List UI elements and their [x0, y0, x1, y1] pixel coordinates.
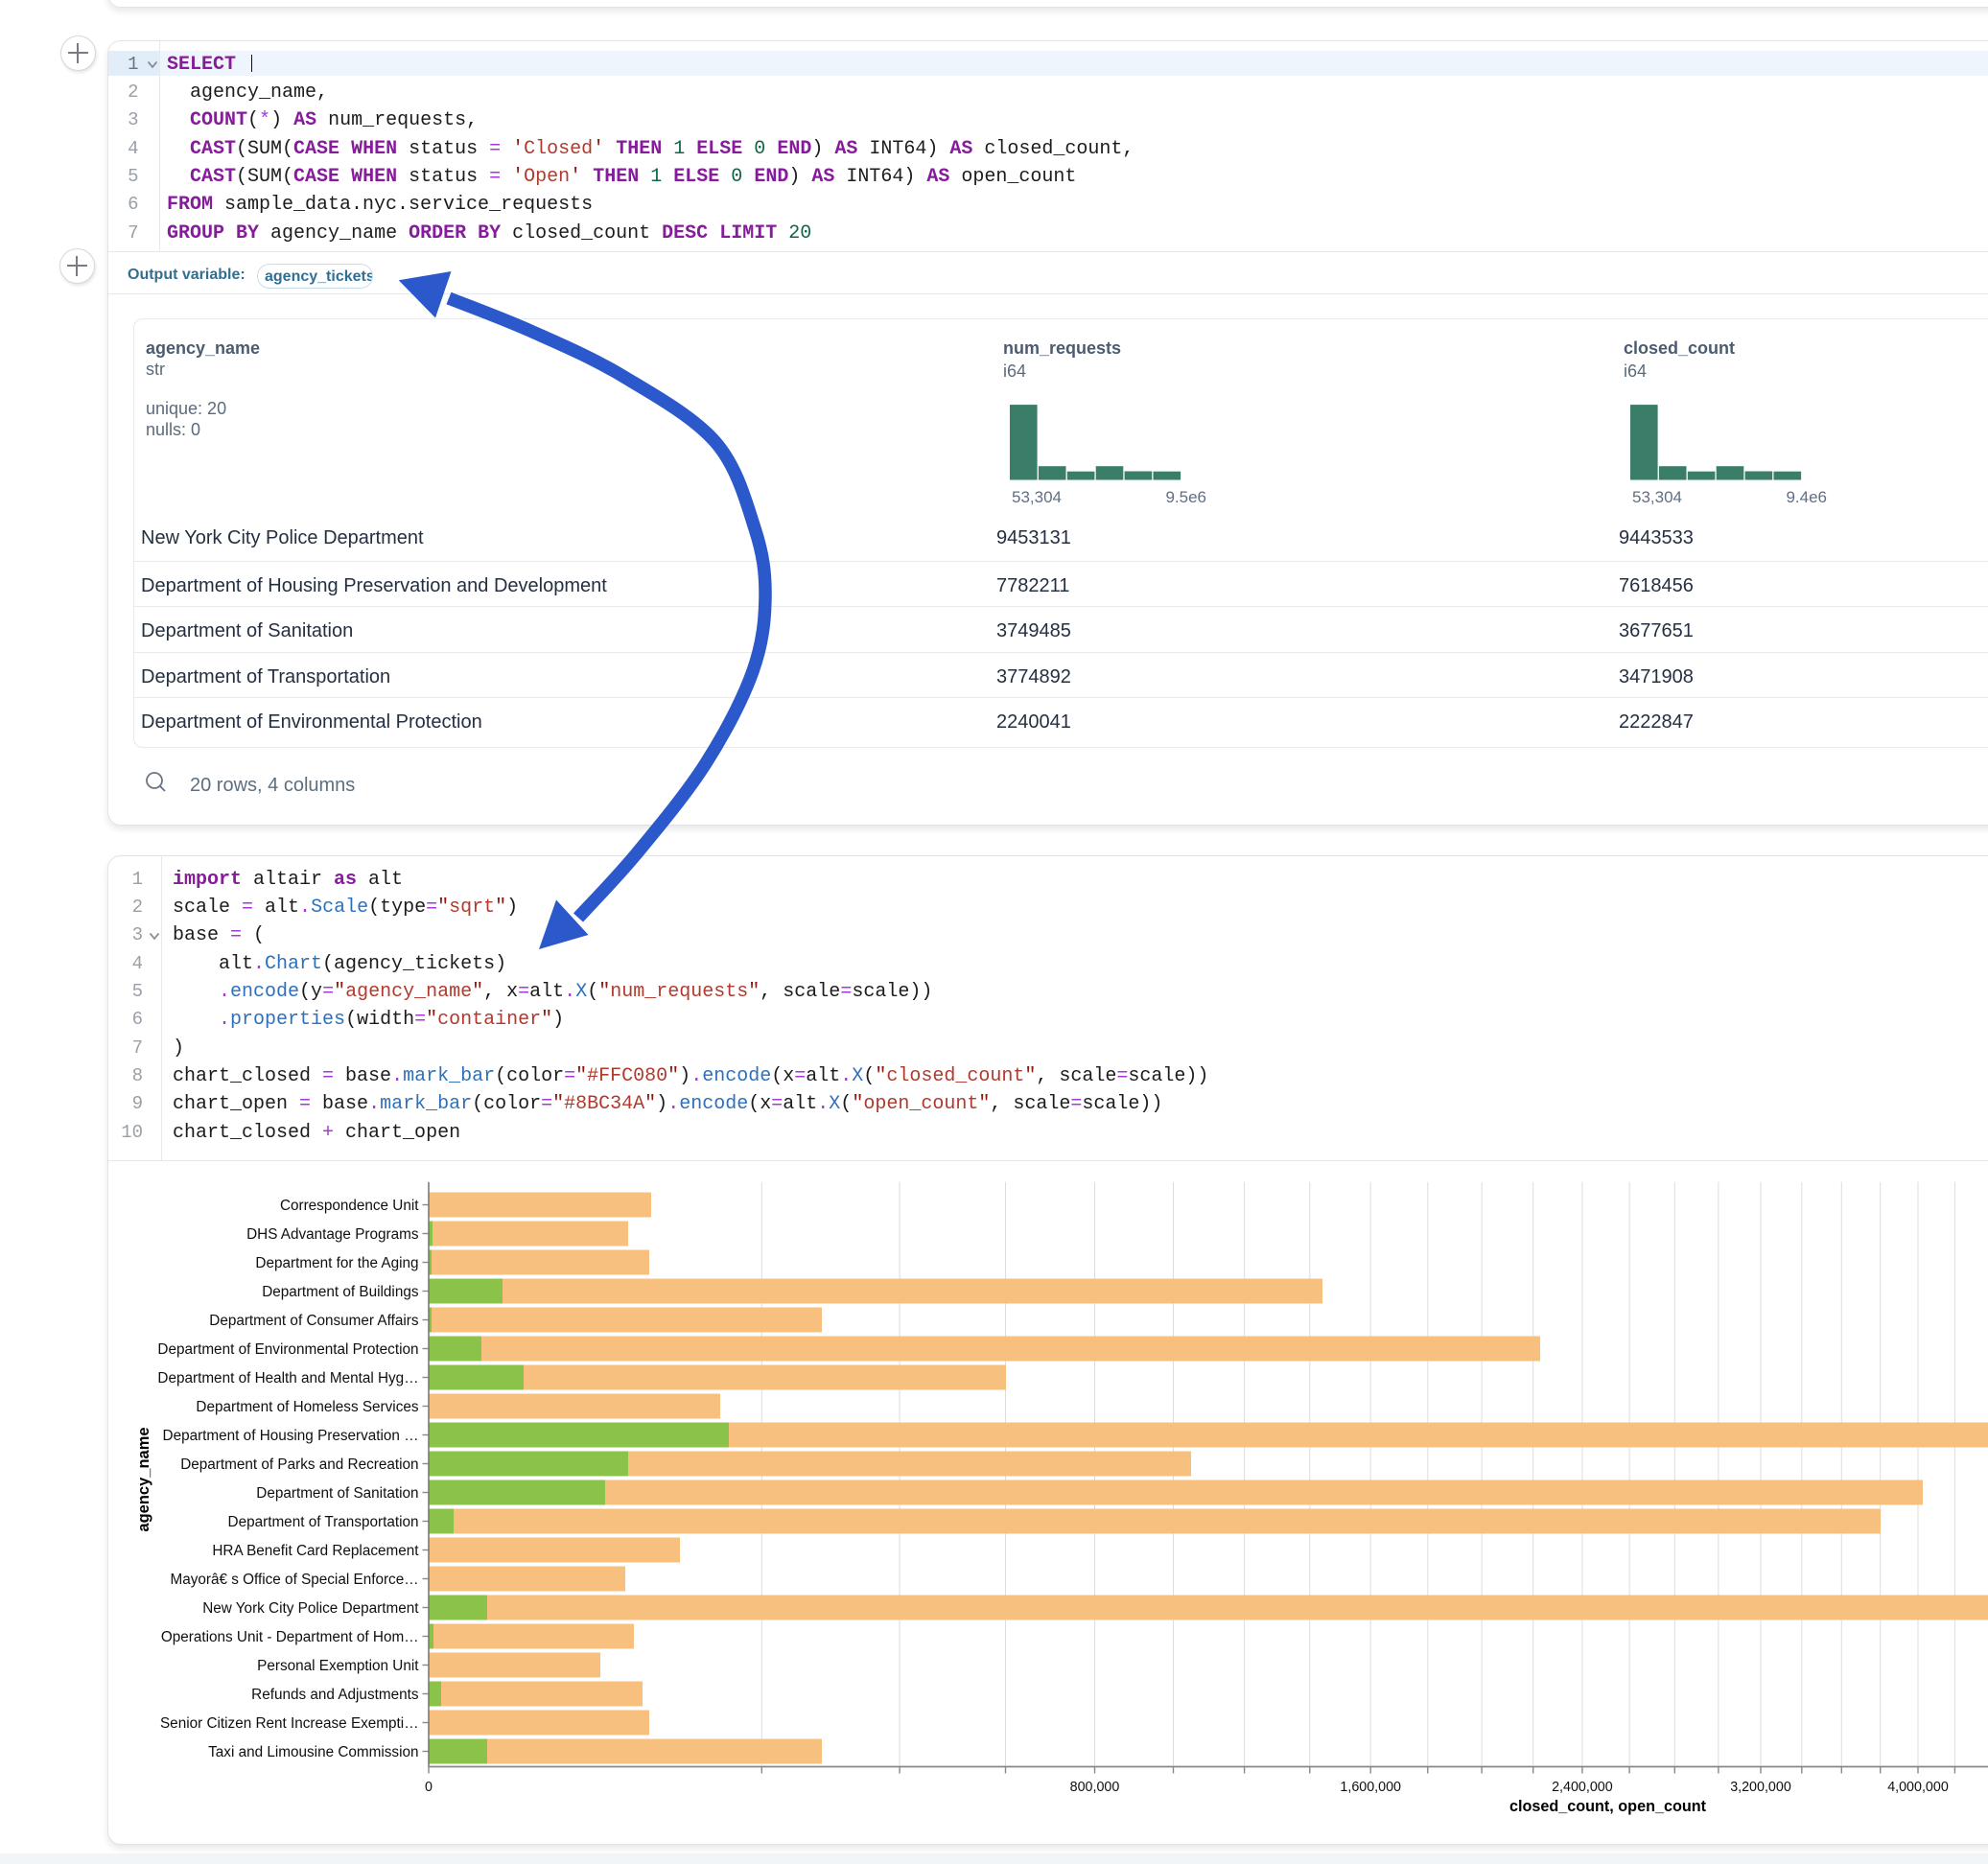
- svg-text:New York City Police Departmen: New York City Police Department: [202, 1600, 419, 1617]
- svg-text:Refunds and Adjustments: Refunds and Adjustments: [251, 1687, 419, 1703]
- svg-text:Personal Exemption Unit: Personal Exemption Unit: [257, 1658, 419, 1674]
- svg-text:Department of Parks and Recrea: Department of Parks and Recreation: [180, 1456, 418, 1473]
- svg-text:3,200,000: 3,200,000: [1730, 1780, 1791, 1795]
- svg-text:Mayorâ€ s Office of Special En: Mayorâ€ s Office of Special Enforce…: [170, 1572, 418, 1588]
- svg-text:Correspondence Unit: Correspondence Unit: [280, 1198, 419, 1214]
- svg-text:Department of Housing Preserva: Department of Housing Preservation …: [163, 1428, 419, 1444]
- svg-text:Senior Citizen Rent Increase E: Senior Citizen Rent Increase Exempti…: [160, 1715, 419, 1732]
- svg-text:HRA Benefit Card Replacement: HRA Benefit Card Replacement: [212, 1543, 419, 1559]
- svg-text:Department of Sanitation: Department of Sanitation: [256, 1485, 418, 1502]
- svg-text:Department for the Aging: Department for the Aging: [255, 1255, 418, 1271]
- svg-text:Operations Unit - Department o: Operations Unit - Department of Hom…: [161, 1629, 419, 1645]
- svg-text:800,000: 800,000: [1070, 1780, 1120, 1795]
- svg-text:4,000,000: 4,000,000: [1887, 1780, 1949, 1795]
- svg-text:Department of Environmental Pr: Department of Environmental Protection: [157, 1341, 418, 1358]
- svg-text:closed_count, open_count: closed_count, open_count: [1509, 1798, 1707, 1815]
- svg-text:1,600,000: 1,600,000: [1340, 1780, 1401, 1795]
- svg-text:Department of Buildings: Department of Buildings: [262, 1284, 419, 1300]
- svg-text:Department of Homeless Service: Department of Homeless Services: [196, 1399, 418, 1415]
- svg-text:0: 0: [425, 1780, 433, 1795]
- svg-text:Department of Consumer Affairs: Department of Consumer Affairs: [209, 1313, 419, 1329]
- svg-text:2,400,000: 2,400,000: [1552, 1780, 1613, 1795]
- svg-text:Taxi and Limousine Commission: Taxi and Limousine Commission: [208, 1744, 418, 1760]
- svg-text:Department of Health and Menta: Department of Health and Mental Hyg…: [157, 1370, 418, 1386]
- svg-text:agency_name: agency_name: [135, 1427, 152, 1531]
- svg-text:DHS Advantage Programs: DHS Advantage Programs: [246, 1226, 419, 1243]
- svg-text:Department of Transportation: Department of Transportation: [228, 1514, 419, 1530]
